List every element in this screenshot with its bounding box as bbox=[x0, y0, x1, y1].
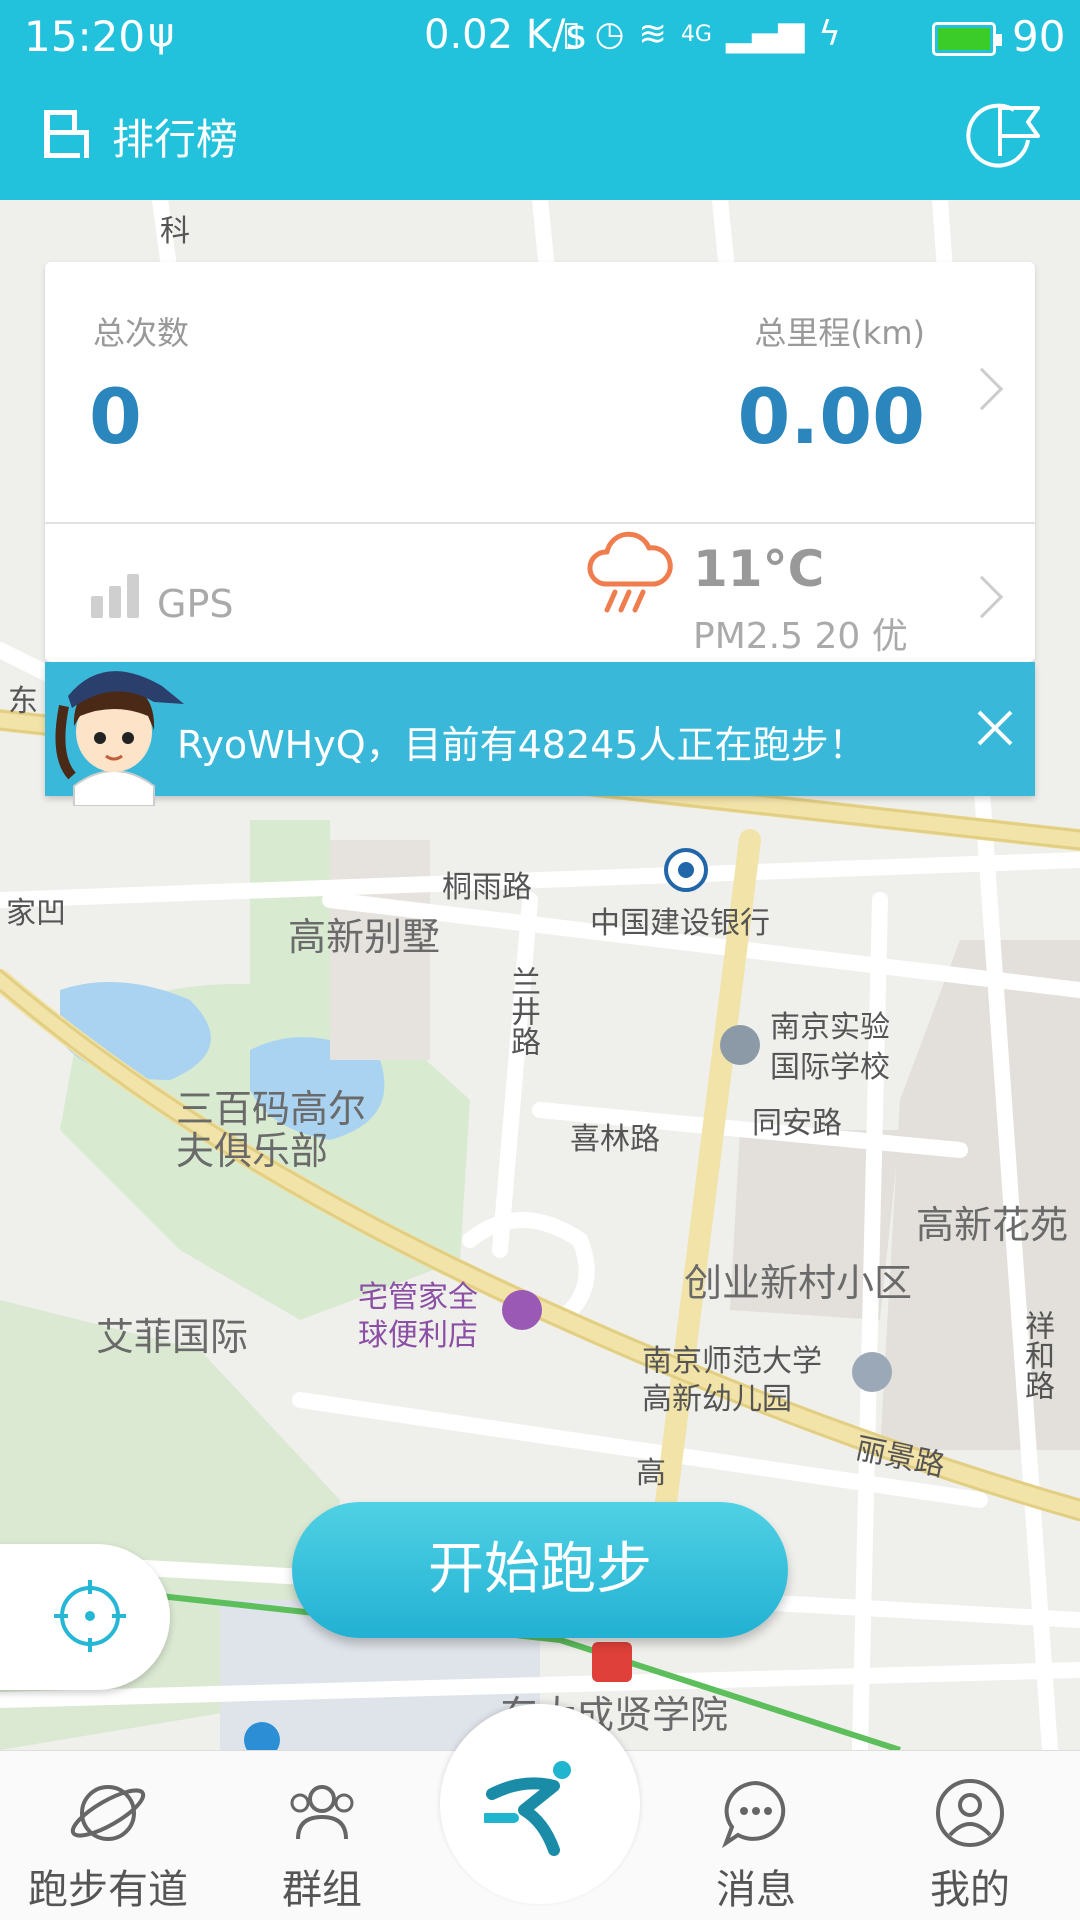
map-label: 高 bbox=[636, 1456, 666, 1491]
map-label: 高新花苑 bbox=[916, 1203, 1069, 1247]
crosshair-icon bbox=[54, 1580, 126, 1652]
planet-icon bbox=[70, 1785, 146, 1841]
status-time: 15:20 bbox=[24, 12, 146, 61]
signal-icon: 4G bbox=[680, 21, 712, 47]
map-label: 东 bbox=[8, 684, 38, 719]
total-distance-value: 0.00 bbox=[737, 372, 925, 461]
total-distance-label: 总里程(km) bbox=[754, 314, 925, 352]
status-icons: ▯ ◷ ≋ 4G ▂▄▆ ϟ bbox=[562, 14, 841, 54]
divider bbox=[45, 522, 1035, 524]
map-label: 国际学校 bbox=[770, 1050, 890, 1085]
nav-label: 跑步有道 bbox=[28, 1867, 188, 1913]
map-label: 高新别墅 bbox=[288, 915, 441, 959]
map-label: 喜林路 bbox=[570, 1122, 660, 1157]
stats-card: 总次数 0 总里程(km) 0.00 GPS 11°C PM2.5 20 优 bbox=[45, 262, 1035, 662]
profile-icon bbox=[936, 1779, 1004, 1847]
battery-percent: 90 bbox=[1012, 12, 1066, 61]
total-count-value: 0 bbox=[89, 372, 142, 461]
nav-item-run[interactable] bbox=[440, 1704, 640, 1904]
map-label: 中国建设银行 bbox=[590, 906, 770, 941]
mascot-avatar bbox=[55, 671, 184, 806]
close-icon[interactable] bbox=[965, 698, 1025, 758]
nav-label: 我的 bbox=[930, 1867, 1010, 1913]
map-label: 高新幼儿园 bbox=[642, 1382, 792, 1417]
run-icon bbox=[484, 1761, 571, 1856]
notification-banner: RyoWHyQ，目前有48245人正在跑步！ bbox=[45, 662, 1035, 796]
map-label: 南京实验 bbox=[770, 1010, 890, 1045]
temperature: 11°C bbox=[693, 540, 825, 598]
total-count-label: 总次数 bbox=[93, 314, 190, 352]
gps-signal-icon bbox=[91, 574, 139, 618]
map-label: 桐雨路 bbox=[442, 870, 532, 905]
stats-chevron-icon[interactable] bbox=[960, 367, 1004, 411]
nav-label: 消息 bbox=[716, 1867, 796, 1913]
nav-item-messages[interactable]: 消息 bbox=[656, 1751, 856, 1920]
charging-icon: ϟ bbox=[818, 14, 841, 54]
map-label: 兰井路 bbox=[505, 966, 540, 1056]
gps-label: GPS bbox=[157, 582, 234, 626]
flag-icon[interactable] bbox=[964, 96, 1044, 176]
signal-bars-icon: ▂▄▆ bbox=[725, 14, 805, 54]
map-label: 艾菲国际 bbox=[96, 1315, 249, 1359]
vibrate-icon: ▯ bbox=[562, 14, 581, 54]
battery-icon bbox=[932, 22, 1002, 56]
banner-text: RyoWHyQ，目前有48245人正在跑步！ bbox=[177, 723, 867, 767]
nav-item-profile[interactable]: 我的 bbox=[870, 1751, 1070, 1920]
map-label: 家凹 bbox=[6, 896, 66, 931]
ranking-icon[interactable] bbox=[40, 106, 96, 162]
map-label: 科 bbox=[160, 214, 190, 249]
app-header: 排行榜 bbox=[0, 76, 1080, 200]
status-bar: 15:20 ψ 0.02 K/s ▯ ◷ ≋ 4G ▂▄▆ ϟ 90 bbox=[0, 0, 1080, 76]
nav-item-groups[interactable]: 群组 bbox=[222, 1751, 422, 1920]
map-label: 祥和路 bbox=[1019, 1310, 1054, 1400]
map-label: 球便利店 bbox=[358, 1318, 478, 1353]
nav-label: 群组 bbox=[282, 1867, 362, 1913]
map-label: 同安路 bbox=[752, 1106, 842, 1141]
group-icon bbox=[290, 1785, 354, 1840]
message-icon bbox=[721, 1780, 786, 1849]
air-quality: PM2.5 20 优 bbox=[693, 616, 908, 657]
weather-chevron-icon[interactable] bbox=[960, 575, 1004, 619]
wifi-icon: ≋ bbox=[638, 14, 667, 54]
nav-item-discover[interactable]: 跑步有道 bbox=[8, 1751, 208, 1920]
map-label: 创业新村小区 bbox=[684, 1261, 913, 1305]
rain-cloud-icon bbox=[587, 531, 673, 613]
page-title[interactable]: 排行榜 bbox=[112, 106, 238, 167]
usb-icon: ψ bbox=[148, 10, 175, 56]
alarm-icon: ◷ bbox=[594, 14, 625, 54]
start-running-button[interactable]: 开始跑步 bbox=[292, 1502, 788, 1638]
locate-button[interactable] bbox=[0, 1544, 170, 1690]
map-label: 夫俱乐部 bbox=[176, 1129, 329, 1173]
